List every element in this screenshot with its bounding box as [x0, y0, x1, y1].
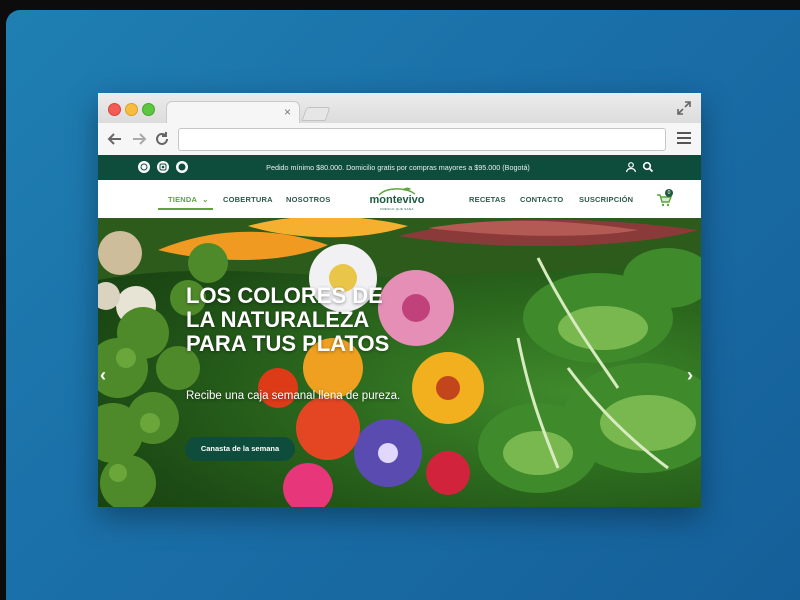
- new-tab-button[interactable]: [301, 107, 331, 121]
- nav-cobertura[interactable]: COBERTURA: [223, 195, 273, 204]
- nav-suscripcion[interactable]: SUSCRIPCIÓN: [579, 195, 633, 204]
- promo-text: Pedido mínimo $80.000. Domicilio gratis …: [266, 163, 530, 172]
- slider-prev-icon[interactable]: ‹: [100, 365, 106, 386]
- canasta-button[interactable]: Canasta de la semana: [185, 437, 295, 461]
- fullscreen-icon[interactable]: [677, 101, 691, 115]
- main-navbar: TIENDA ⌄ COBERTURA NOSOTROS montevivo FR…: [98, 180, 701, 218]
- chevron-down-icon: ⌄: [202, 195, 209, 204]
- hero-subtitle: Recibe una caja semanal llena de pureza.: [186, 390, 401, 402]
- nav-nosotros[interactable]: NOSOTROS: [286, 195, 331, 204]
- logo-wordmark: montevivo: [369, 194, 425, 206]
- nav-tienda[interactable]: TIENDA ⌄: [168, 195, 209, 204]
- hero-banner: LOS COLORES DE LA NATURALEZA PARA TUS PL…: [98, 218, 701, 507]
- browser-menu-icon[interactable]: [677, 132, 691, 144]
- vegetables-image: [98, 218, 701, 507]
- active-nav-underline: [158, 208, 213, 210]
- nav-tienda-label: TIENDA: [168, 195, 197, 204]
- forward-arrow-icon[interactable]: [130, 130, 148, 148]
- browser-titlebar: ×: [98, 93, 701, 126]
- site-topbar: Pedido mínimo $80.000. Domicilio gratis …: [98, 155, 701, 180]
- close-tab-icon[interactable]: ×: [284, 105, 291, 119]
- whatsapp-icon[interactable]: [138, 161, 150, 173]
- user-icon[interactable]: [625, 161, 637, 173]
- logo-tagline: FRESCO QUE SANA: [380, 207, 414, 211]
- address-bar[interactable]: [178, 128, 666, 151]
- slider-next-icon[interactable]: ›: [687, 365, 693, 386]
- site-logo[interactable]: montevivo FRESCO QUE SANA: [366, 186, 428, 214]
- back-arrow-icon[interactable]: [106, 130, 124, 148]
- nav-recetas[interactable]: RECETAS: [469, 195, 506, 204]
- maximize-window-button[interactable]: [142, 103, 155, 116]
- hero-title: LOS COLORES DE LA NATURALEZA PARA TUS PL…: [186, 283, 390, 356]
- reload-icon[interactable]: [153, 130, 171, 148]
- browser-window: × Pedido mínimo $80.000. Domicilio grati…: [98, 93, 701, 507]
- nav-contacto[interactable]: CONTACTO: [520, 195, 563, 204]
- instagram-icon[interactable]: [157, 161, 169, 173]
- close-window-button[interactable]: [108, 103, 121, 116]
- cart-count-badge: 0: [665, 189, 673, 197]
- search-icon[interactable]: [642, 161, 654, 173]
- facebook-icon[interactable]: [176, 161, 188, 173]
- browser-toolbar: [98, 123, 701, 156]
- minimize-window-button[interactable]: [125, 103, 138, 116]
